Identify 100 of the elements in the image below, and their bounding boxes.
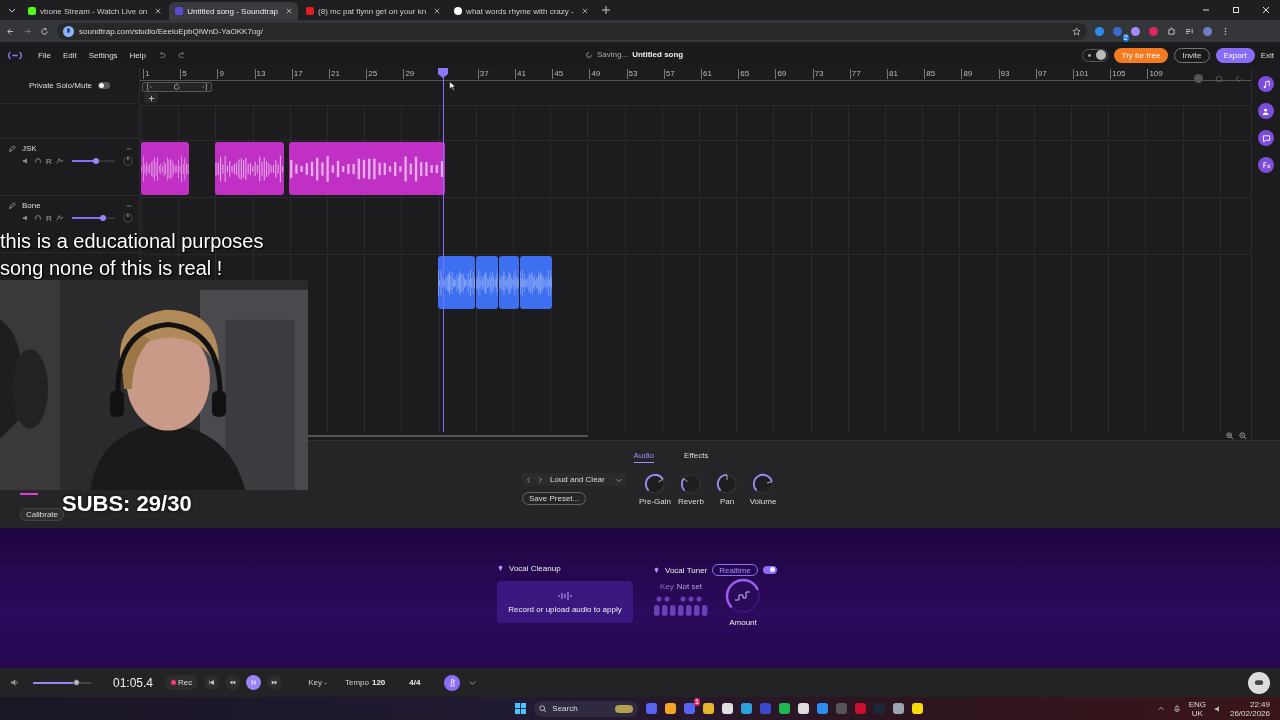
panel-tab[interactable]: Effects	[684, 451, 709, 463]
calibrate-button[interactable]: Calibrate	[20, 508, 64, 521]
loop-end-icon[interactable]	[200, 83, 208, 91]
taskbar-search-field[interactable]: Search	[534, 700, 639, 717]
panel-tab[interactable]: Audio	[633, 451, 655, 463]
scrollbar-thumb[interactable]	[308, 435, 588, 437]
new-tab-icon[interactable]	[601, 6, 610, 14]
zoom-in-icon[interactable]	[1226, 432, 1234, 440]
chat-icon[interactable]	[1258, 130, 1274, 146]
address-field[interactable]: soundtrap.com/studio/EeeloEpbQIWnD-YaOKK7og/	[57, 22, 1087, 40]
amount-knob[interactable]	[723, 576, 763, 616]
chevron-up-icon[interactable]	[1156, 704, 1165, 713]
taskbar-app-icon[interactable]	[722, 703, 734, 714]
browser-tab[interactable]: Untitled song - Soundtrap	[169, 2, 299, 20]
private-solo-toggle[interactable]	[98, 82, 111, 89]
media-icon[interactable]	[1185, 26, 1194, 36]
key-value[interactable]: Not set	[676, 582, 703, 591]
loop-icon[interactable]	[173, 83, 181, 91]
next-icon[interactable]	[536, 475, 544, 484]
speaker-icon[interactable]	[1213, 704, 1222, 713]
region-indicator[interactable]: UK	[1191, 708, 1203, 718]
rotary-knob[interactable]	[752, 473, 774, 495]
pan-knob[interactable]	[123, 156, 133, 166]
track-name[interactable]: Bone	[22, 201, 41, 210]
pan-knob[interactable]	[123, 213, 133, 223]
zoom-out-icon[interactable]	[1239, 432, 1247, 440]
headphones-icon[interactable]	[34, 214, 42, 222]
taskbar-app-icon[interactable]	[703, 703, 715, 714]
clock-time[interactable]: 22:49	[1250, 699, 1270, 709]
clock-date[interactable]: 26/02/2026	[1229, 708, 1270, 718]
browser-tab[interactable]: (8) mc pat flynn get on your kn	[300, 2, 447, 20]
export-button[interactable]: Export	[1215, 47, 1255, 63]
key-selector[interactable]: Key -	[308, 678, 327, 687]
speaker-icon[interactable]	[10, 678, 19, 687]
audio-clip[interactable]	[520, 256, 552, 309]
person-icon[interactable]	[1258, 103, 1274, 119]
browser-tab[interactable]: vbone Stream - Watch Live on	[22, 2, 168, 20]
star-icon[interactable]	[1072, 26, 1081, 36]
audio-clip[interactable]	[215, 142, 284, 195]
logo-icon[interactable]	[6, 50, 24, 60]
menu-item[interactable]: Help	[129, 50, 147, 60]
record-button[interactable]: Rec	[165, 675, 199, 690]
audio-clip[interactable]	[289, 142, 445, 195]
headphones-icon[interactable]	[34, 157, 42, 165]
chevron-down-icon[interactable]	[468, 678, 478, 687]
close-icon[interactable]	[434, 8, 441, 14]
forward-icon[interactable]	[23, 26, 32, 36]
music-note-icon[interactable]	[1258, 76, 1274, 92]
loop-start-icon[interactable]	[146, 83, 154, 91]
metronome-button[interactable]	[444, 674, 461, 691]
taskbar-app-icon[interactable]	[741, 703, 753, 714]
browser-tab[interactable]: what words rhyme with crazy -	[448, 2, 594, 20]
speaker-icon[interactable]	[22, 157, 30, 165]
taskbar-app-icon[interactable]	[665, 703, 677, 714]
rotary-knob[interactable]	[644, 473, 666, 495]
refresh-icon[interactable]	[1235, 74, 1243, 83]
automation-icon[interactable]	[55, 214, 64, 222]
start-button[interactable]	[515, 703, 527, 714]
puzzle-icon[interactable]	[1167, 26, 1176, 36]
add-track-button[interactable]	[144, 93, 158, 103]
rotary-knob[interactable]	[680, 473, 702, 495]
taskbar-app-icon[interactable]	[798, 703, 810, 714]
back-icon[interactable]	[6, 26, 15, 36]
speaker-icon[interactable]	[22, 214, 30, 222]
pencil-icon[interactable]	[8, 144, 16, 153]
audio-clip[interactable]	[476, 256, 498, 309]
master-volume-slider[interactable]	[33, 681, 91, 684]
rotary-knob[interactable]	[716, 473, 738, 495]
time-signature[interactable]: 4/4	[409, 678, 421, 687]
automation-icon[interactable]	[55, 157, 64, 165]
song-title[interactable]: Untitled song	[632, 50, 684, 59]
menu-item[interactable]: Settings	[88, 50, 118, 60]
profile-avatar[interactable]	[1203, 26, 1212, 36]
restore-icon[interactable]	[1231, 5, 1241, 15]
tempo-value[interactable]: 120	[371, 678, 386, 687]
reload-icon[interactable]	[40, 26, 49, 36]
audio-clip[interactable]	[141, 142, 189, 195]
menu-item[interactable]: Edit	[62, 50, 77, 60]
target-icon[interactable]	[1215, 74, 1223, 83]
menu-item[interactable]: File	[38, 50, 51, 60]
language-indicator[interactable]: ENG	[1188, 699, 1206, 709]
skip-back-button[interactable]	[204, 675, 220, 690]
track-name[interactable]: JSK	[22, 144, 37, 153]
vocal-cleanup-card[interactable]: Record or upload audio to apply	[497, 581, 633, 623]
audio-clip[interactable]	[438, 256, 475, 309]
loop-region[interactable]	[142, 82, 212, 92]
audio-clip[interactable]	[499, 256, 519, 309]
close-icon[interactable]	[1261, 5, 1271, 15]
effects-icon[interactable]	[1258, 157, 1274, 173]
microphone-icon[interactable]	[1172, 704, 1181, 713]
undo-icon[interactable]	[158, 51, 167, 59]
fast-forward-button[interactable]	[267, 675, 283, 690]
taskbar-app-icon[interactable]	[893, 703, 905, 714]
vocal-tuner-toggle[interactable]	[762, 566, 777, 574]
pencil-icon[interactable]	[8, 201, 16, 210]
record-arm-button[interactable]: R	[46, 213, 52, 223]
pause-button[interactable]	[246, 675, 262, 690]
close-icon[interactable]	[581, 8, 588, 14]
record-arm-button[interactable]: R	[46, 156, 52, 166]
close-icon[interactable]	[155, 8, 162, 14]
